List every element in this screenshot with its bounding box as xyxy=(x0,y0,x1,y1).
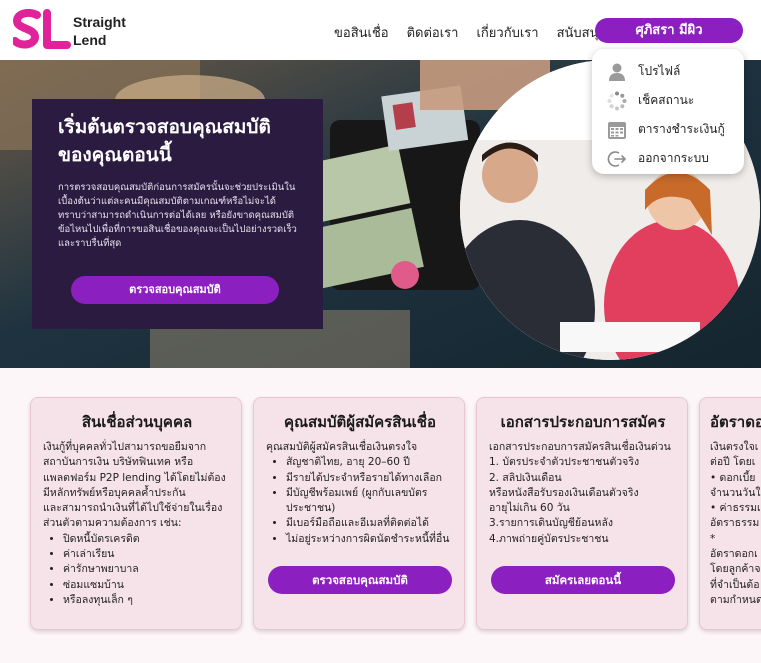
check-eligibility-card-button[interactable]: ตรวจสอบคุณสมบัติ xyxy=(268,566,452,594)
hero-card: เริ่มต้นตรวจสอบคุณสมบัติ ของคุณตอนนี้ กา… xyxy=(32,99,323,329)
card-text-line: 4.ภาพถ่ายคู่บัตรประชาชน xyxy=(489,532,609,545)
card-text-line: เงินกู้ที่บุคคลทั่วไปสามารถขอยืมจากสถาบั… xyxy=(43,441,226,499)
card-text-line: และสามารถนำเงินที่ได้ไปใช้จ่ายในเรื่องส่… xyxy=(43,502,223,530)
nav-item-apply-loan[interactable]: ขอสินเชื่อ xyxy=(334,22,389,43)
card-text-line: อัตราดอกเ xyxy=(710,548,758,561)
card-eligibility: คุณสมบัติผู้สมัครสินเชื่อ คุณสมบัติผู้สม… xyxy=(253,397,465,630)
card-personal-loan: สินเชื่อส่วนบุคคล เงินกู้ที่บุคคลทั่วไปส… xyxy=(30,397,242,630)
menu-item-logout[interactable]: ออกจากระบบ xyxy=(592,144,744,173)
brand-name-line1: Straight xyxy=(73,14,126,30)
card-body: เงินตรงใจเ ต่อปี โดยเ • ดอกเบี้ย จำนวนวั… xyxy=(710,440,761,608)
card-title: อัตราดอ xyxy=(710,413,761,431)
card-interest-rate: อัตราดอ เงินตรงใจเ ต่อปี โดยเ • ดอกเบี้ย… xyxy=(699,397,761,630)
nav-item-about[interactable]: เกี่ยวกับเรา xyxy=(476,22,538,43)
card-documents: เอกสารประกอบการสมัคร เอกสารประกอบการสมัค… xyxy=(476,397,688,630)
hero-description: การตรวจสอบคุณสมบัติก่อนการสมัครนั้นจะช่ว… xyxy=(58,182,297,249)
card-bullet-list: สัญชาติไทย, อายุ 20–60 ปี มีรายได้ประจำห… xyxy=(286,455,454,547)
card-text-line: จำนวนวันใ xyxy=(710,486,761,499)
brand-name-line2: Lend xyxy=(73,32,107,48)
card-text-line: 2. สลิปเงินเดือน xyxy=(489,471,562,484)
menu-item-payment-schedule[interactable]: ตารางชำระเงินกู้ xyxy=(592,115,744,144)
card-text-line: * xyxy=(710,532,716,545)
menu-item-label: ตารางชำระเงินกู้ xyxy=(638,122,725,136)
list-item: สัญชาติไทย, อายุ 20–60 ปี xyxy=(286,455,454,470)
list-item: ค่าเล่าเรียน xyxy=(63,547,231,562)
main-nav: ขอสินเชื่อ ติดต่อเรา เกี่ยวกับเรา สนับสน… xyxy=(334,22,607,43)
brand-name: Straight Lend xyxy=(73,13,126,49)
brand-logo[interactable] xyxy=(11,9,71,53)
menu-item-label: โปรไฟล์ xyxy=(638,64,681,78)
card-text-line: ตามกำหนด xyxy=(710,593,761,606)
card-text-line: อัตราธรรม xyxy=(710,517,760,530)
menu-item-check-status[interactable]: เช็คสถานะ xyxy=(592,86,744,115)
list-item: ซ่อมแซมบ้าน xyxy=(63,578,231,593)
info-cards-section: สินเชื่อส่วนบุคคล เงินกู้ที่บุคคลทั่วไปส… xyxy=(0,368,761,663)
menu-item-label: ออกจากระบบ xyxy=(638,151,709,165)
card-text-line: โดยลูกค้าจ xyxy=(710,563,761,576)
list-item: หรือลงทุนเล็ก ๆ xyxy=(63,593,231,608)
list-item: มีเบอร์มือถือและอีเมลที่ติดต่อได้ xyxy=(286,516,454,531)
list-item: ค่ารักษาพยาบาล xyxy=(63,562,231,577)
hero-title: เริ่มต้นตรวจสอบคุณสมบัติ ของคุณตอนนี้ xyxy=(58,113,297,169)
calendar-icon xyxy=(606,119,628,141)
card-text-line: 3.รายการเดินบัญชีย้อนหลัง xyxy=(489,517,614,530)
logout-icon xyxy=(606,148,628,170)
card-text-line: • ดอกเบี้ย xyxy=(710,471,756,484)
list-item: ปิดหนี้บัตรเครดิต xyxy=(63,532,231,547)
card-text-line: หรือหนังสือรับรองเงินเดือนตัวจริง xyxy=(489,486,639,499)
card-text-line: ที่จำเป็นต้อ xyxy=(710,578,760,591)
card-title: เอกสารประกอบการสมัคร xyxy=(500,413,666,431)
card-body: เงินกู้ที่บุคคลทั่วไปสามารถขอยืมจากสถาบั… xyxy=(43,440,231,608)
user-dropdown-menu: โปรไฟล์ เช็คสถานะ ตารางชำระเงินกู้ ออกจา… xyxy=(592,49,744,174)
card-text-line: เงินตรงใจเ xyxy=(710,441,759,453)
list-item: ไม่อยู่ระหว่างการผิดนัดชำระหนี้ที่อื่น xyxy=(286,532,454,547)
card-body: เอกสารประกอบการสมัครสินเชื่อเงินด่วน 1. … xyxy=(489,440,677,547)
check-eligibility-button[interactable]: ตรวจสอบคุณสมบัติ xyxy=(71,276,279,304)
card-title: คุณสมบัติผู้สมัครสินเชื่อ xyxy=(284,413,436,431)
card-text-line: ต่อปี โดยเ xyxy=(710,456,756,469)
loading-icon xyxy=(606,90,628,112)
hero-title-line1: เริ่มต้นตรวจสอบคุณสมบัติ xyxy=(58,116,271,138)
nav-item-contact[interactable]: ติดต่อเรา xyxy=(407,22,459,43)
card-text-line: 1. บัตรประจำตัวประชาชนตัวจริง xyxy=(489,456,640,469)
user-icon xyxy=(606,61,628,83)
card-text-line: อายุไม่เกิน 60 วัน xyxy=(489,502,570,515)
apply-now-button[interactable]: สมัครเลยตอนนี้ xyxy=(491,566,675,594)
hero-title-line2: ของคุณตอนนี้ xyxy=(58,144,172,166)
card-text-line: เอกสารประกอบการสมัครสินเชื่อเงินด่วน xyxy=(489,441,671,453)
card-title: สินเชื่อส่วนบุคคล xyxy=(81,413,193,431)
menu-item-label: เช็คสถานะ xyxy=(638,93,695,107)
card-bullet-list: ปิดหนี้บัตรเครดิต ค่าเล่าเรียน ค่ารักษาพ… xyxy=(63,532,231,608)
list-item: มีบัญชีพร้อมเพย์ (ผูกกับเลขบัตรประชาชน) xyxy=(286,486,454,517)
list-item: มีรายได้ประจำหรือรายได้ทางเลือก xyxy=(286,471,454,486)
card-body: คุณสมบัติผู้สมัครสินเชื่อเงินตรงใจ สัญชา… xyxy=(266,440,454,547)
menu-item-profile[interactable]: โปรไฟล์ xyxy=(592,57,744,86)
card-text-line: • ค่าธรรมเ xyxy=(710,502,761,515)
user-menu-button[interactable]: ศุภิสรา มีผิว xyxy=(595,18,743,43)
card-text-line: คุณสมบัติผู้สมัครสินเชื่อเงินตรงใจ xyxy=(266,441,418,453)
